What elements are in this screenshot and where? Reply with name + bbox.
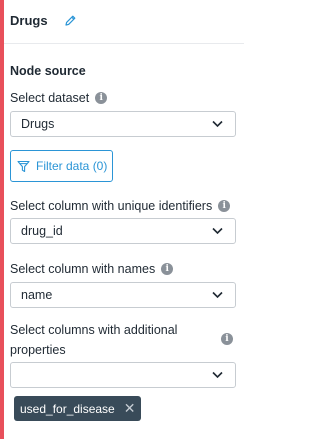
id-column-select[interactable]: drug_id (10, 218, 236, 244)
filter-data-label: Filter data (0) (36, 159, 108, 173)
info-icon[interactable]: i (161, 263, 174, 275)
properties-multiselect[interactable] (10, 362, 236, 388)
header-divider (4, 43, 244, 44)
chevron-down-icon (212, 371, 223, 379)
name-column-select[interactable]: name (10, 282, 236, 308)
selected-property-tag: used_for_disease ✕ (14, 396, 142, 421)
info-icon[interactable]: i (218, 200, 231, 212)
header: Drugs (10, 12, 77, 28)
node-title: Drugs (10, 12, 48, 28)
chevron-down-icon (212, 291, 223, 299)
dataset-label: Select dataset i (10, 91, 108, 105)
info-icon[interactable]: i (95, 92, 108, 104)
chevron-down-icon (212, 227, 223, 235)
id-column-label: Select column with unique identifiers i (10, 199, 231, 213)
info-icon[interactable]: i (221, 333, 233, 345)
dataset-label-text: Select dataset (10, 91, 90, 105)
name-column-label: Select column with names i (10, 262, 174, 276)
name-column-value: name (21, 288, 53, 302)
filter-data-button[interactable]: Filter data (0) (10, 150, 113, 182)
id-column-value: drug_id (21, 224, 63, 238)
tag-label: used_for_disease (20, 401, 115, 416)
id-column-label-text: Select column with unique identifiers (10, 199, 213, 213)
section-title: Node source (10, 64, 86, 78)
dataset-select[interactable]: Drugs (10, 111, 236, 137)
dataset-select-value: Drugs (21, 117, 55, 131)
pencil-icon[interactable] (64, 14, 77, 27)
name-column-label-text: Select column with names (10, 262, 156, 276)
properties-label: Select columns with additional propertie… (10, 323, 178, 357)
filter-icon (17, 160, 30, 173)
chevron-down-icon (212, 120, 223, 128)
close-icon[interactable]: ✕ (124, 400, 136, 417)
node-config-panel: Drugs Node source Select dataset i Drugs… (4, 0, 244, 439)
